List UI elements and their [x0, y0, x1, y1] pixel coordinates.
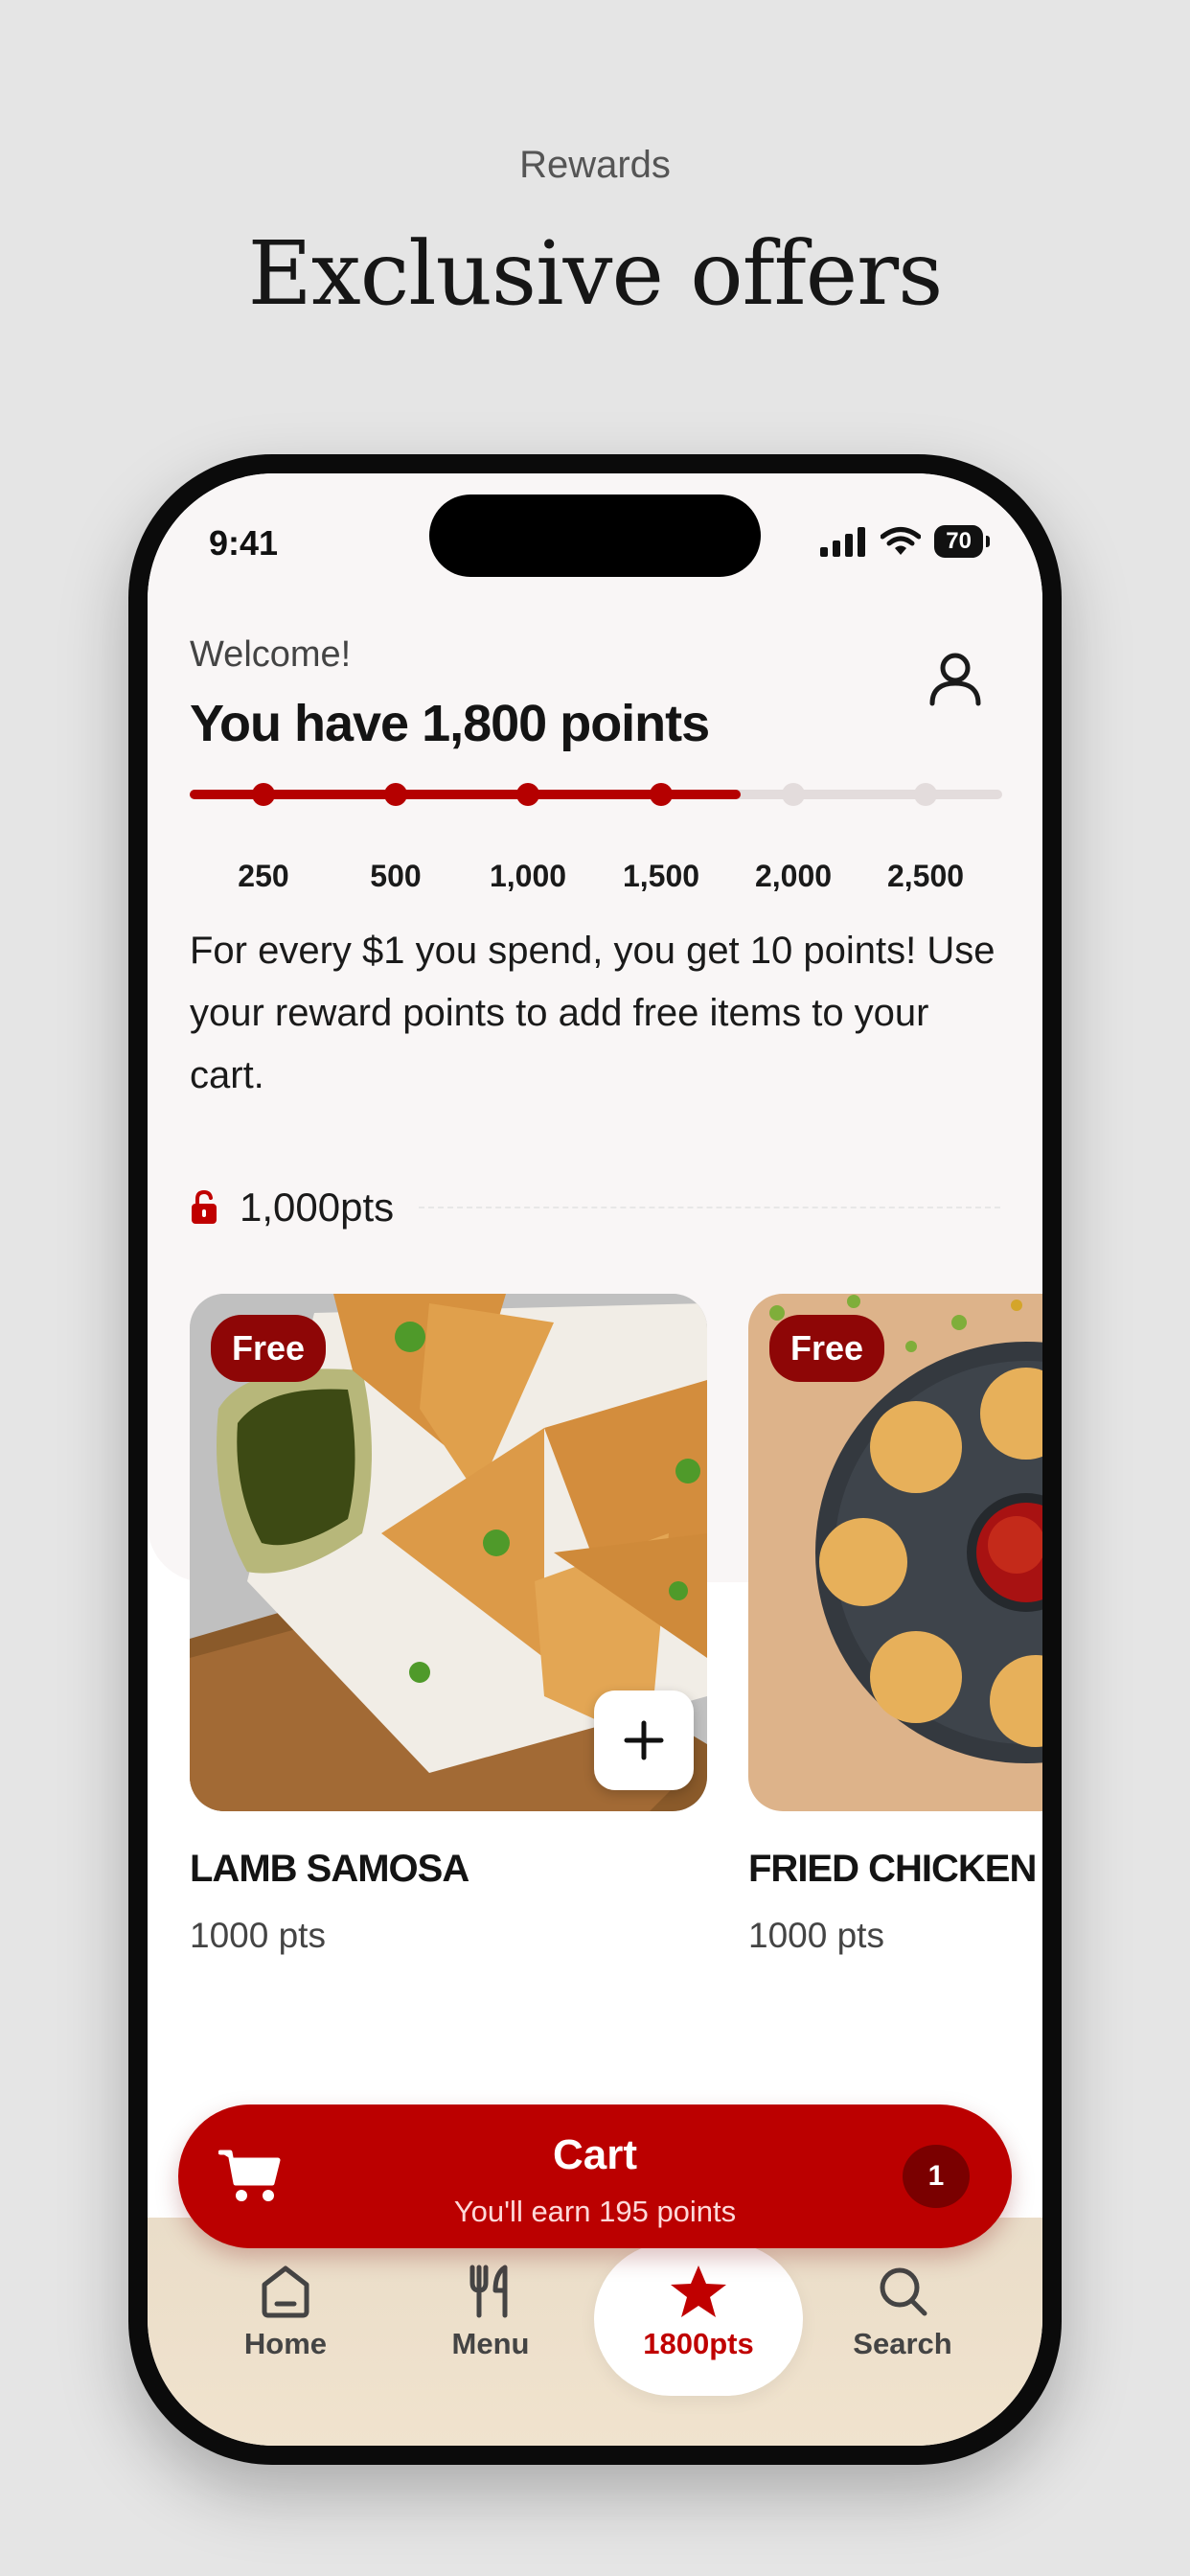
product-image-fried-chicken: Free [748, 1294, 1042, 1811]
page-headline: Exclusive offers [247, 222, 944, 325]
welcome-text: Welcome! [190, 634, 352, 675]
reward-tier-header: 1,000pts [190, 1179, 1000, 1236]
milestone-dot [516, 783, 539, 806]
product-name: LAMB SAMOSA [190, 1848, 469, 1890]
bottom-tab-bar: Home Menu 1800pts Search [148, 2218, 1042, 2446]
user-icon [929, 653, 981, 706]
points-info-text: For every $1 you spend, you get 10 point… [190, 930, 995, 1096]
home-icon [262, 2266, 309, 2318]
free-badge: Free [211, 1315, 327, 1382]
status-icons: 70 [819, 525, 990, 558]
milestone-dot [252, 783, 275, 806]
tier-points-label: 1,000pts [240, 1184, 395, 1230]
tab-rewards[interactable]: 1800pts [594, 2242, 803, 2396]
product-name: FRIED CHICKEN [748, 1848, 1037, 1890]
wifi-icon [881, 527, 922, 555]
milestone-dot [384, 783, 407, 806]
product-image-samosa: Free [190, 1294, 707, 1811]
milestone-labels: 250 500 1,000 1,500 2,000 2,500 [190, 859, 1002, 897]
milestone-label: 2,000 [754, 859, 833, 893]
cart-button[interactable]: Cart You'll earn 195 points 1 [178, 2104, 1012, 2248]
utensils-icon [469, 2265, 508, 2318]
tab-home[interactable]: Home [190, 2264, 381, 2361]
tab-label: Home [243, 2327, 328, 2360]
dynamic-island [429, 494, 761, 577]
milestone-label: 250 [238, 859, 289, 893]
tab-search[interactable]: Search [807, 2264, 998, 2361]
product-points: 1000 pts [190, 1916, 326, 1955]
cart-count-badge: 1 [903, 2145, 970, 2208]
points-progress [190, 774, 1002, 813]
status-time: 9:41 [209, 523, 279, 563]
cellular-signal-icon [820, 527, 866, 557]
battery-indicator: 70 [934, 525, 990, 558]
milestone-label: 2,500 [886, 859, 965, 893]
product-points: 1000 pts [748, 1916, 884, 1955]
milestone-label: 1,500 [622, 859, 700, 893]
milestone-dot [914, 783, 937, 806]
points-title: You have 1,800 points [190, 695, 710, 752]
phone-frame: Welcome! You have 1,800 points 250 500 1… [128, 454, 1062, 2465]
tier-divider [419, 1207, 1000, 1208]
milestone-label: 500 [370, 859, 422, 893]
cart-earn-points: You'll earn 195 points [453, 2195, 737, 2228]
tab-menu[interactable]: Menu [395, 2264, 586, 2361]
tab-label: Menu [451, 2327, 530, 2360]
free-badge: Free [769, 1315, 885, 1382]
unlock-icon [192, 1189, 217, 1224]
page-kicker: Rewards [519, 144, 671, 186]
star-icon [671, 2266, 726, 2317]
milestone-dot [782, 783, 805, 806]
tab-label: 1800pts [643, 2327, 754, 2360]
search-icon [880, 2267, 927, 2316]
add-to-cart-button[interactable] [594, 1690, 694, 1790]
profile-button[interactable] [924, 648, 987, 711]
milestone-label: 1,000 [489, 859, 567, 893]
app-screen: Welcome! You have 1,800 points 250 500 1… [148, 473, 1042, 2446]
tab-label: Search [853, 2327, 952, 2360]
product-card[interactable]: Free LAMB SAMOSA 1000 pts [190, 1294, 707, 1956]
cart-title: Cart [552, 2131, 638, 2178]
plus-icon [624, 1720, 664, 1760]
milestone-dot [650, 783, 673, 806]
product-card[interactable]: Free FRIED CHICKEN 1000 pts [748, 1294, 1042, 1956]
